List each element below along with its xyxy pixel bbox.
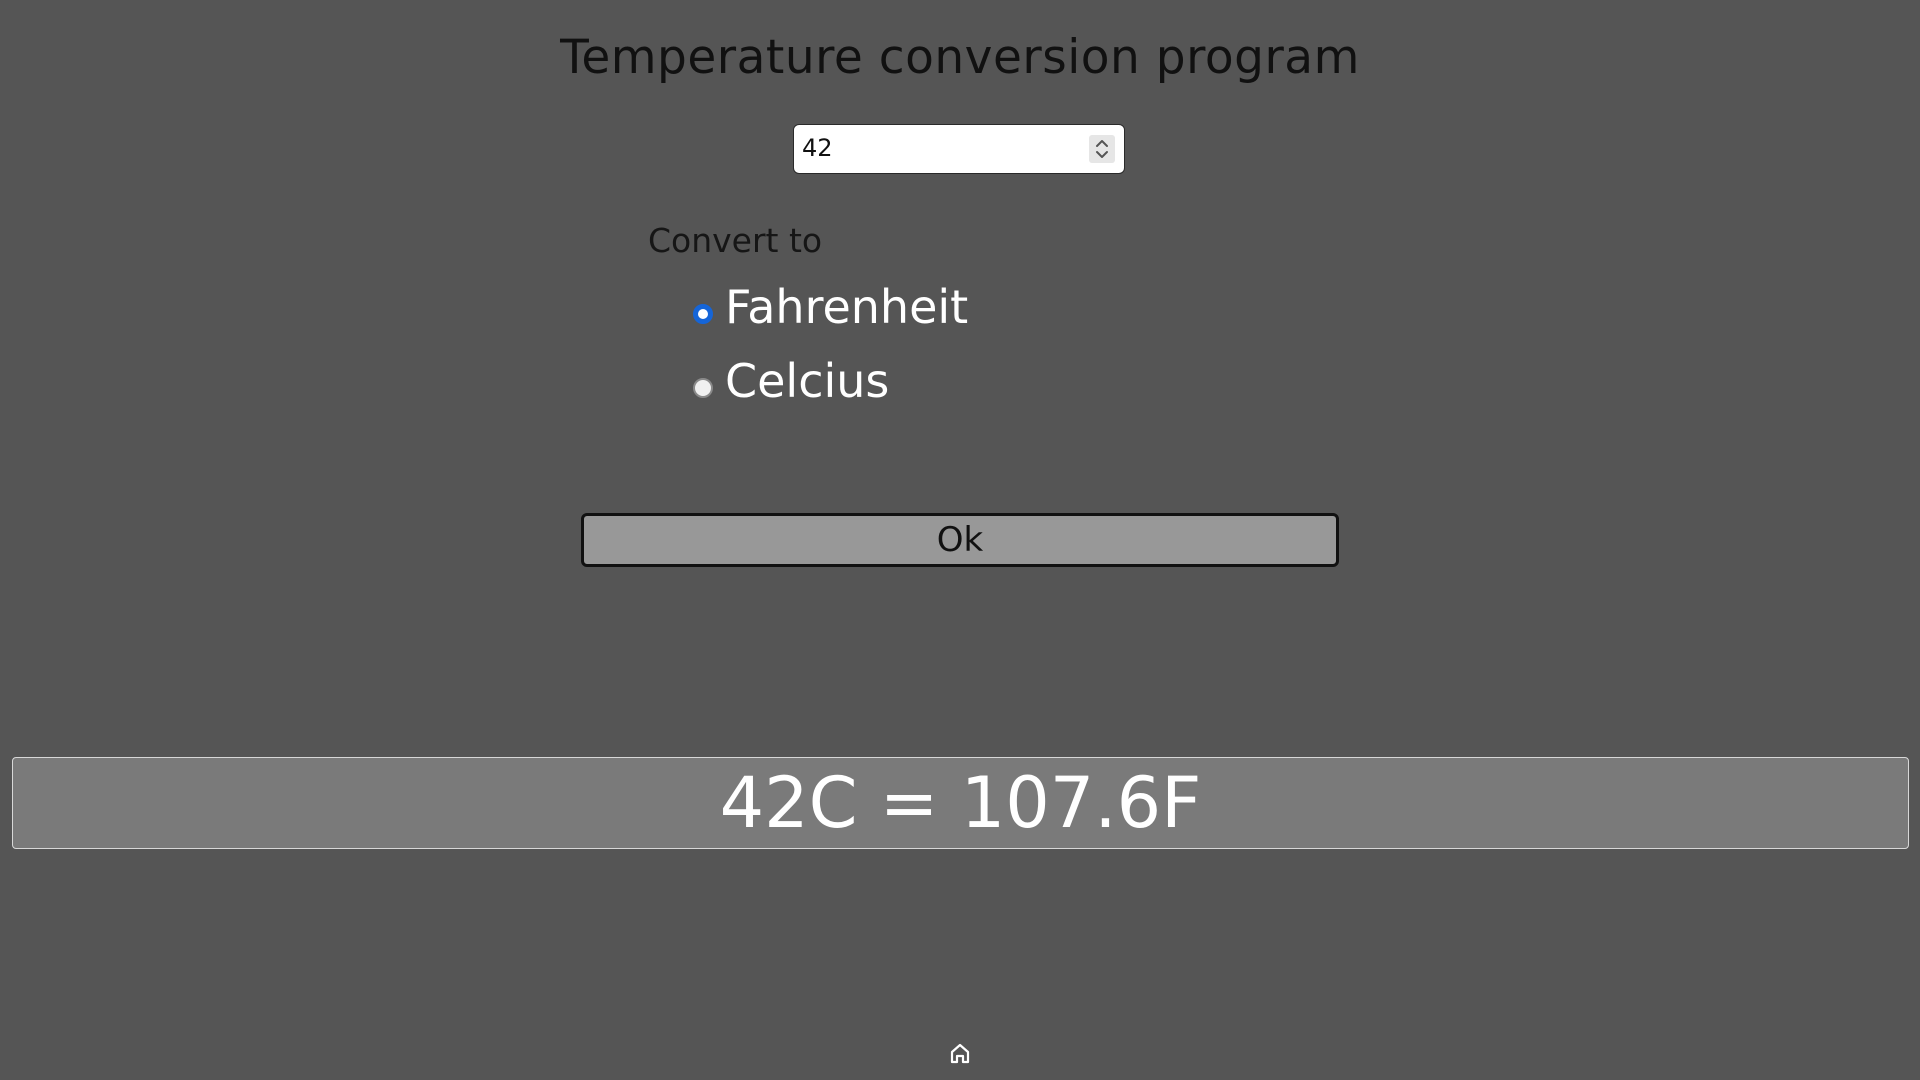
result-box: 42C = 107.6F xyxy=(12,757,1909,849)
temperature-converter-page: Temperature conversion program Convert t… xyxy=(0,0,1920,1080)
radio-option-celcius[interactable]: Celcius xyxy=(693,351,889,411)
radio-label-fahrenheit[interactable]: Fahrenheit xyxy=(725,280,968,334)
temperature-input[interactable] xyxy=(802,125,1072,171)
page-title: Temperature conversion program xyxy=(560,30,1360,85)
spinner-up-down-icon[interactable] xyxy=(1089,135,1115,163)
result-text: 42C = 107.6F xyxy=(719,762,1202,844)
convert-to-label: Convert to xyxy=(648,221,823,260)
home-icon[interactable] xyxy=(947,1040,973,1066)
ok-button[interactable]: Ok xyxy=(581,513,1339,567)
radio-button-fahrenheit[interactable] xyxy=(693,304,713,324)
temperature-input-container xyxy=(793,124,1125,174)
radio-label-celcius[interactable]: Celcius xyxy=(725,354,889,408)
radio-option-fahrenheit[interactable]: Fahrenheit xyxy=(693,277,968,337)
radio-button-celcius[interactable] xyxy=(693,378,713,398)
